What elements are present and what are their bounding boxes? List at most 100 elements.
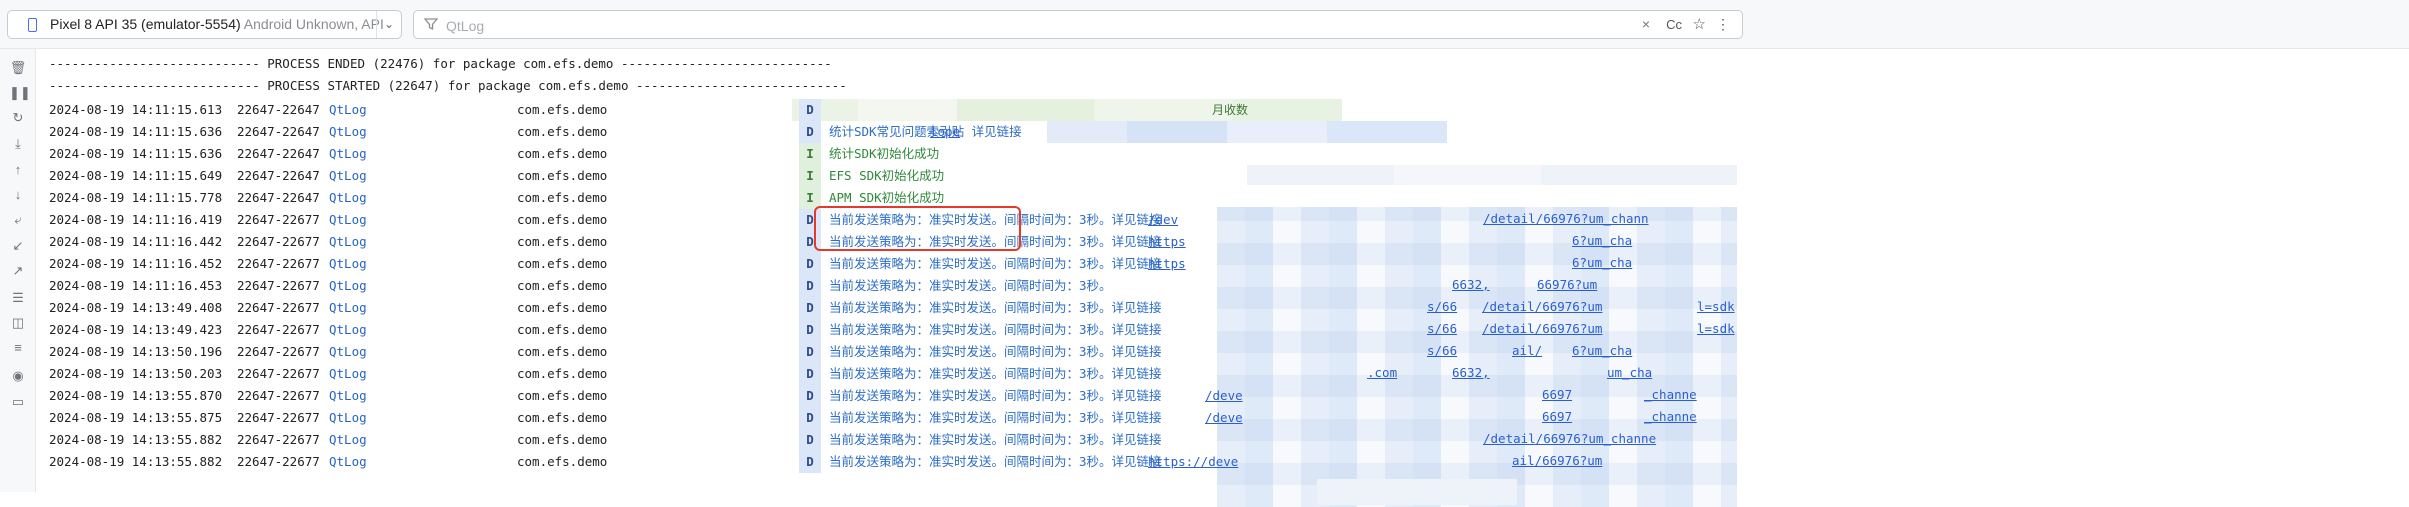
link-fragment[interactable]: s/66: [1427, 296, 1457, 318]
down-arrow-icon[interactable]: ↓: [9, 186, 27, 204]
log-tag: QtLog: [329, 212, 367, 227]
log-timestamp: 2024-08-19 14:13:55.875: [49, 410, 223, 425]
log-level-badge: D: [799, 121, 821, 143]
star-icon[interactable]: ☆: [1693, 11, 1706, 38]
link-fragment[interactable]: l=sdk: [1697, 296, 1735, 318]
filter-input[interactable]: [444, 14, 1628, 37]
link-fragment[interactable]: 6?um_cha: [1572, 340, 1632, 362]
log-tag: QtLog: [329, 190, 367, 205]
log-message: 统计SDK常见问题索引贴 详见链接: [829, 124, 1022, 139]
device-os: Android Unknown, API: [243, 16, 384, 32]
link-fragment[interactable]: /detail/66976?um_chann: [1483, 208, 1649, 230]
log-message: 当前发送策略为：准实时发送。间隔时间为：3秒。详见链接: [829, 322, 1162, 337]
match-case-toggle[interactable]: Cc: [1666, 11, 1682, 38]
device-name: Pixel 8 API 35 (emulator-5554): [50, 16, 241, 32]
log-row: 2024-08-19 14:11:15.649 22647-22647 QtLog c…: [37, 165, 2409, 187]
log-link[interactable]: https: [1148, 231, 1186, 253]
link-fragment[interactable]: ail/66976?um: [1512, 450, 1602, 472]
log-level-badge: D: [799, 319, 821, 341]
more-options-icon[interactable]: ⋮: [1716, 11, 1730, 38]
link-fragment[interactable]: 6632,: [1452, 274, 1490, 296]
log-level-badge: D: [799, 341, 821, 363]
link-fragment[interactable]: 6697: [1542, 384, 1572, 406]
log-tag: QtLog: [329, 322, 367, 337]
log-tag: QtLog: [329, 256, 367, 271]
log-tag: QtLog: [329, 124, 367, 139]
log-level-badge: D: [799, 451, 821, 473]
log-link[interactable]: https://deve: [1148, 451, 1238, 473]
log-tag: QtLog: [329, 102, 367, 117]
camera-icon[interactable]: ◉: [9, 367, 27, 385]
log-timestamp: 2024-08-19 14:11:15.636: [49, 146, 223, 161]
log-pid: 22647-22677: [237, 432, 320, 447]
logcat-side-toolbar: 🗑 ❚❚ ↻ ⤓ ↑ ↓ ⤶ ↙ ↗ ☰ ◫ ≡ ◉ ▭: [0, 49, 36, 492]
format-icon[interactable]: ☰: [9, 289, 27, 307]
link-fragment[interactable]: /detail/66976?um_channe: [1483, 428, 1656, 450]
log-row: 2024-08-19 14:13:55.875 22647-22677 QtLog c…: [37, 407, 2409, 429]
log-level-badge: D: [799, 253, 821, 275]
log-message: 当前发送策略为：准实时发送。间隔时间为：3秒。详见链接: [829, 388, 1162, 403]
video-icon[interactable]: ▭: [9, 393, 27, 411]
log-message: 当前发送策略为：准实时发送。间隔时间为：3秒。详见链接: [829, 256, 1162, 271]
log-package: com.efs.demo: [517, 102, 608, 117]
link-fragment[interactable]: 6697: [1542, 406, 1572, 428]
log-package: com.efs.demo: [517, 190, 608, 205]
log-pid: 22647-22677: [237, 344, 320, 359]
up-arrow-icon[interactable]: ↑: [9, 161, 27, 179]
log-pid: 22647-22647: [237, 102, 320, 117]
log-pid: 22647-22647: [237, 124, 320, 139]
log-timestamp: 2024-08-19 14:13:49.408: [49, 300, 223, 315]
split-panels-icon[interactable]: ◫: [9, 314, 27, 332]
import-icon[interactable]: ↙: [9, 237, 27, 255]
pause-icon[interactable]: ❚❚: [9, 84, 31, 102]
restart-icon[interactable]: ↻: [9, 109, 27, 127]
export-icon[interactable]: ↗: [9, 262, 27, 280]
filter-list-icon[interactable]: ≡: [9, 339, 27, 357]
log-package: com.efs.demo: [517, 146, 608, 161]
logcat-output[interactable]: ---------------------------- PROCESS END…: [37, 49, 2409, 507]
log-level-badge: D: [799, 297, 821, 319]
link-fragment[interactable]: 6632,: [1452, 362, 1490, 384]
log-link[interactable]: /deve: [1205, 385, 1243, 407]
log-timestamp: 2024-08-19 14:11:15.636: [49, 124, 223, 139]
link-fragment[interactable]: 6?um_cha: [1572, 252, 1632, 274]
chevron-down-icon[interactable]: ⌄: [376, 11, 401, 38]
link-fragment[interactable]: um_cha: [1607, 362, 1652, 384]
log-tag: QtLog: [329, 146, 367, 161]
log-row: 2024-08-19 14:11:16.452 22647-22677 QtLog c…: [37, 253, 2409, 275]
link-fragment[interactable]: s/66: [1427, 340, 1457, 362]
link-fragment[interactable]: 66976?um: [1537, 274, 1597, 296]
link-fragment[interactable]: _channe: [1644, 406, 1697, 428]
link-fragment[interactable]: l=sdk: [1697, 318, 1735, 340]
link-fragment[interactable]: 6?um_cha: [1572, 230, 1632, 252]
link-fragment[interactable]: .com: [1367, 362, 1397, 384]
log-row: 2024-08-19 14:11:15.636 22647-22647 QtLog c…: [37, 121, 2409, 143]
log-row: 2024-08-19 14:13:49.408 22647-22677 QtLog c…: [37, 297, 2409, 319]
log-level-badge: D: [799, 99, 821, 121]
log-level-badge: D: [799, 429, 821, 451]
log-timestamp: 2024-08-19 14:11:16.452: [49, 256, 223, 271]
link-fragment[interactable]: s/66: [1427, 318, 1457, 340]
scroll-to-end-icon[interactable]: ⤓: [9, 135, 27, 153]
log-timestamp: 2024-08-19 14:13:55.882: [49, 432, 223, 447]
log-level-badge: I: [799, 165, 821, 187]
link-fragment[interactable]: _channe: [1644, 384, 1697, 406]
soft-wrap-icon[interactable]: ⤶: [9, 211, 27, 229]
log-pid: 22647-22677: [237, 454, 320, 469]
link-fragment[interactable]: ail/: [1512, 340, 1542, 362]
log-link[interactable]: /dev: [1148, 209, 1178, 231]
log-pid: 22647-22677: [237, 322, 320, 337]
log-link[interactable]: https: [1148, 253, 1186, 275]
log-package: com.efs.demo: [517, 322, 608, 337]
link-fragment[interactable]: /detail/66976?um: [1482, 296, 1602, 318]
device-selector[interactable]: Pixel 8 API 35 (emulator-5554) Android U…: [7, 10, 402, 39]
trash-icon[interactable]: 🗑: [9, 59, 27, 77]
clear-icon[interactable]: ×: [1642, 11, 1650, 38]
log-link[interactable]: lope: [930, 121, 960, 143]
log-timestamp: 2024-08-19 14:13:50.203: [49, 366, 223, 381]
link-fragment[interactable]: /detail/66976?um: [1482, 318, 1602, 340]
log-tag: QtLog: [329, 344, 367, 359]
log-link[interactable]: /deve: [1205, 407, 1243, 429]
log-package: com.efs.demo: [517, 300, 608, 315]
log-pid: 22647-22677: [237, 278, 320, 293]
